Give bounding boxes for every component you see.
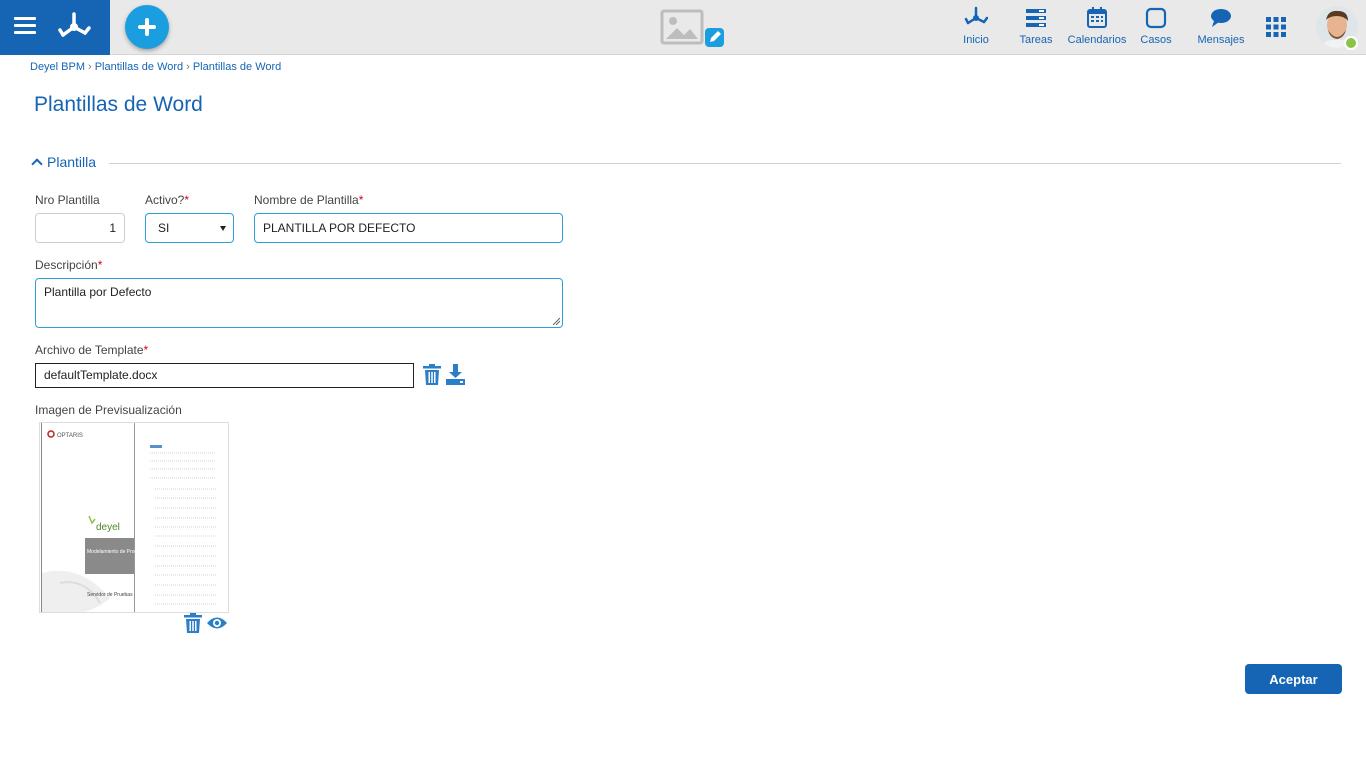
- nro-plantilla-label: Nro Plantilla: [35, 193, 100, 207]
- preview-image[interactable]: OPTARIS deyel Modelamiento de Procesos S…: [39, 422, 229, 613]
- delete-image-icon[interactable]: [184, 613, 202, 633]
- section-divider: [109, 163, 1341, 164]
- nro-plantilla-field[interactable]: 1: [35, 213, 125, 243]
- aceptar-button[interactable]: Aceptar: [1245, 664, 1342, 694]
- chat-icon: [1211, 9, 1231, 27]
- deyel-logo-icon[interactable]: [56, 9, 92, 43]
- hamburger-menu-icon[interactable]: [14, 17, 36, 35]
- nombre-plantilla-label: Nombre de Plantilla*: [254, 193, 364, 207]
- nav-casos[interactable]: Casos: [1136, 6, 1176, 50]
- thumb-footer-text: Servidor de Pruebas: [87, 592, 133, 598]
- tasks-icon: [1026, 9, 1046, 27]
- brand-block: [0, 0, 110, 55]
- thumb-cover-title: Modelamiento de Procesos: [87, 549, 148, 555]
- nav-inicio-label: Inicio: [963, 34, 989, 46]
- download-file-icon[interactable]: [446, 364, 465, 385]
- breadcrumb: Deyel BPM › Plantillas de Word › Plantillas …: [30, 61, 281, 73]
- activo-select[interactable]: SI: [145, 213, 234, 243]
- descripcion-textarea[interactable]: Plantilla por Defecto: [35, 278, 563, 328]
- nav-tareas[interactable]: Tareas: [1016, 6, 1056, 50]
- dropdown-caret-icon: [220, 226, 226, 231]
- nombre-plantilla-field[interactable]: PLANTILLA POR DEFECTO: [254, 213, 563, 243]
- nav-calendarios-label: Calendarios: [1067, 34, 1127, 46]
- section-toggle[interactable]: Plantilla: [31, 154, 96, 170]
- view-image-eye-icon[interactable]: [206, 615, 228, 631]
- top-bar: Inicio Tareas Calendarios Casos Mensajes: [0, 0, 1366, 55]
- archivo-template-field[interactable]: defaultTemplate.docx: [35, 363, 414, 388]
- resize-handle-icon[interactable]: [552, 317, 560, 325]
- nav-casos-label: Casos: [1140, 34, 1172, 46]
- activo-value: SI: [158, 221, 170, 235]
- nav-mensajes-label: Mensajes: [1197, 34, 1245, 46]
- apps-grid-icon[interactable]: [1266, 17, 1286, 37]
- online-status-dot: [1344, 36, 1358, 50]
- delete-file-icon[interactable]: [423, 364, 441, 385]
- activo-label: Activo?*: [145, 193, 190, 207]
- nav-tareas-label: Tareas: [1019, 34, 1053, 46]
- document-thumbnail: OPTARIS deyel Modelamiento de Procesos S…: [40, 423, 216, 612]
- nav-mensajes[interactable]: Mensajes: [1193, 6, 1249, 50]
- page-title: Plantillas de Word: [34, 93, 203, 116]
- breadcrumb-item-current[interactable]: Plantillas de Word: [193, 61, 281, 73]
- breadcrumb-item-plantillas[interactable]: Plantillas de Word: [95, 61, 183, 73]
- section-title: Plantilla: [47, 154, 97, 170]
- thumb-company-text: OPTARIS: [57, 433, 83, 439]
- home-network-icon: [964, 6, 988, 25]
- calendar-icon: [1087, 7, 1107, 28]
- thumb-product-text: deyel: [96, 522, 120, 533]
- add-button[interactable]: [125, 5, 169, 49]
- descripcion-value: Plantilla por Defecto: [44, 285, 152, 299]
- chevron-up-icon: [31, 158, 43, 170]
- cases-icon: [1145, 7, 1167, 29]
- breadcrumb-item-deyel-bpm[interactable]: Deyel BPM: [30, 61, 85, 73]
- breadcrumb-separator: ›: [88, 61, 92, 73]
- descripcion-label: Descripción*: [35, 258, 103, 272]
- company-logo-placeholder-icon[interactable]: [660, 9, 726, 49]
- breadcrumb-separator: ›: [186, 61, 190, 73]
- nav-inicio[interactable]: Inicio: [956, 6, 996, 50]
- imagen-previsualizacion-label: Imagen de Previsualización: [35, 403, 182, 417]
- archivo-template-label: Archivo de Template*: [35, 343, 149, 357]
- nav-calendarios[interactable]: Calendarios: [1066, 6, 1128, 50]
- section-plantilla: Plantilla: [31, 154, 1341, 174]
